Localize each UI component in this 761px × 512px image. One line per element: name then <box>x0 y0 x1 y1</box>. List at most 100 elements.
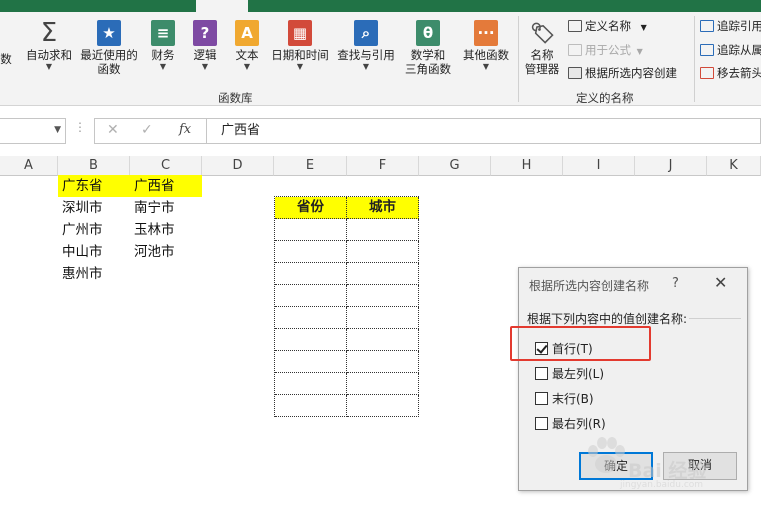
table-cell[interactable] <box>275 285 347 307</box>
help-icon[interactable]: ? <box>672 276 679 291</box>
option-bottom-row[interactable]: 末行(B) <box>535 390 594 407</box>
insert-function-button[interactable]: 数 <box>0 52 14 66</box>
table-cell[interactable] <box>347 219 419 241</box>
cell-b2[interactable]: 深圳市 <box>58 197 130 219</box>
date-time-button[interactable]: ▦ 日期和时间 ▼ <box>268 20 332 72</box>
column-header-d[interactable]: D <box>202 156 274 176</box>
table-cell[interactable] <box>347 329 419 351</box>
divider <box>689 318 741 319</box>
ribbon-separator <box>694 16 695 102</box>
more-functions-button[interactable]: ··· 其他函数 ▼ <box>458 20 514 72</box>
financial-button[interactable]: ≡ 财务 ▼ <box>146 20 180 72</box>
cancel-icon[interactable]: ✕ <box>107 122 119 138</box>
trace-precedents-button[interactable]: 追踪引用 <box>700 18 761 34</box>
create-from-selection-button[interactable]: 根据所选内容创建 <box>568 65 677 81</box>
table-cell[interactable] <box>347 241 419 263</box>
financial-label: 财务 <box>151 48 175 62</box>
math-trig-button[interactable]: θ 数学和 三角函数 <box>398 20 458 76</box>
text-button[interactable]: A 文本 ▼ <box>230 20 264 72</box>
checkbox-icon[interactable] <box>535 392 548 405</box>
table-cell[interactable] <box>275 395 347 417</box>
chevron-down-icon: ▼ <box>45 62 53 71</box>
name-manager-label: 名称 管理器 <box>524 48 560 76</box>
option-right-column[interactable]: 最右列(R) <box>535 415 606 432</box>
use-in-formula-button[interactable]: 用于公式 ▼ <box>568 42 643 60</box>
name-manager-button[interactable]: 🏷 名称 管理器 <box>522 20 562 76</box>
cancel-button[interactable]: 取消 <box>663 452 737 480</box>
chevron-down-icon: ▼ <box>362 62 370 71</box>
chevron-down-icon: ▼ <box>636 47 643 56</box>
column-header-b[interactable]: B <box>58 156 130 176</box>
grid-icon <box>568 67 582 79</box>
tab-formulas-active[interactable] <box>196 0 248 12</box>
lookup-reference-button[interactable]: ⌕ 查找与引用 ▼ <box>334 20 398 72</box>
table-row <box>275 241 419 263</box>
column-header-f[interactable]: F <box>347 156 419 176</box>
table-cell[interactable] <box>347 395 419 417</box>
chevron-down-icon: ▼ <box>296 62 304 71</box>
chevron-down-icon[interactable]: ▼ <box>54 125 61 135</box>
insert-function-icon[interactable]: fx <box>179 122 191 137</box>
logical-button[interactable]: ? 逻辑 ▼ <box>188 20 222 72</box>
remove-arrows-button[interactable]: 移去箭头 <box>700 65 761 81</box>
table-row <box>275 395 419 417</box>
cell-b3[interactable]: 广州市 <box>58 219 130 241</box>
column-header-c[interactable]: C <box>130 156 202 176</box>
table-cell[interactable] <box>275 351 347 373</box>
cell-b1[interactable]: 广东省 <box>58 175 130 197</box>
calendar-book-icon: ▦ <box>288 20 312 46</box>
table-cell[interactable] <box>275 241 347 263</box>
table-cell[interactable] <box>347 307 419 329</box>
table-cell[interactable] <box>347 351 419 373</box>
trace-dependents-button[interactable]: 追踪从属 <box>700 42 761 58</box>
option-left-column[interactable]: 最左列(L) <box>535 365 604 382</box>
more-functions-label: 其他函数 <box>463 48 509 62</box>
table-cell[interactable] <box>347 285 419 307</box>
formula-bar-resize-handle[interactable]: ⋮ <box>74 120 86 134</box>
window-top-strip <box>0 0 761 12</box>
use-in-formula-label: 用于公式 <box>585 43 631 57</box>
cell-c1[interactable]: 广西省 <box>130 175 202 197</box>
table-cell[interactable] <box>275 307 347 329</box>
autosum-button[interactable]: Σ 自动求和 ▼ <box>22 20 76 72</box>
option-left-column-label: 最左列(L) <box>552 367 605 381</box>
recently-used-button[interactable]: ★ 最近使用的 函数 <box>78 20 140 76</box>
cell-b4[interactable]: 中山市 <box>58 241 130 263</box>
cell-c3[interactable]: 玉林市 <box>130 219 202 241</box>
chevron-down-icon: ▼ <box>159 62 167 71</box>
dialog-prompt: 根据下列内容中的值创建名称: <box>527 312 688 326</box>
cell-b5[interactable]: 惠州市 <box>58 263 130 285</box>
table-row <box>275 219 419 241</box>
option-bottom-row-label: 末行(B) <box>552 392 594 406</box>
table-cell[interactable] <box>275 263 347 285</box>
column-header-j[interactable]: J <box>635 156 707 176</box>
table-cell[interactable] <box>275 219 347 241</box>
enter-icon[interactable]: ✓ <box>141 122 153 138</box>
column-header-e[interactable]: E <box>274 156 347 176</box>
cell-c4[interactable]: 河池市 <box>130 241 202 263</box>
table-cell[interactable] <box>275 373 347 395</box>
header-city[interactable]: 城市 <box>347 197 419 219</box>
text-a-book-icon: A <box>235 20 259 46</box>
column-header-g[interactable]: G <box>419 156 491 176</box>
table-header-row: 省份 城市 <box>275 197 419 219</box>
column-header-a[interactable]: A <box>0 156 58 176</box>
table-cell[interactable] <box>347 263 419 285</box>
cell-c2[interactable]: 南宁市 <box>130 197 202 219</box>
trace-dependents-label: 追踪从属 <box>717 43 761 57</box>
chevron-down-icon: ▼ <box>640 23 647 32</box>
close-icon[interactable]: ✕ <box>714 273 727 292</box>
column-header-h[interactable]: H <box>491 156 563 176</box>
column-header-i[interactable]: I <box>563 156 635 176</box>
column-header-k[interactable]: K <box>707 156 761 176</box>
header-province[interactable]: 省份 <box>275 197 347 219</box>
ok-button[interactable]: 确定 <box>579 452 653 480</box>
table-cell[interactable] <box>347 373 419 395</box>
define-name-button[interactable]: 定义名称 ▼ <box>568 18 647 36</box>
name-box[interactable]: ▼ <box>0 118 66 144</box>
autosum-label: 自动求和 <box>26 48 72 62</box>
checkbox-icon[interactable] <box>535 417 548 430</box>
table-cell[interactable] <box>275 329 347 351</box>
checkbox-icon[interactable] <box>535 367 548 380</box>
formula-input[interactable]: 广西省 <box>206 118 761 144</box>
